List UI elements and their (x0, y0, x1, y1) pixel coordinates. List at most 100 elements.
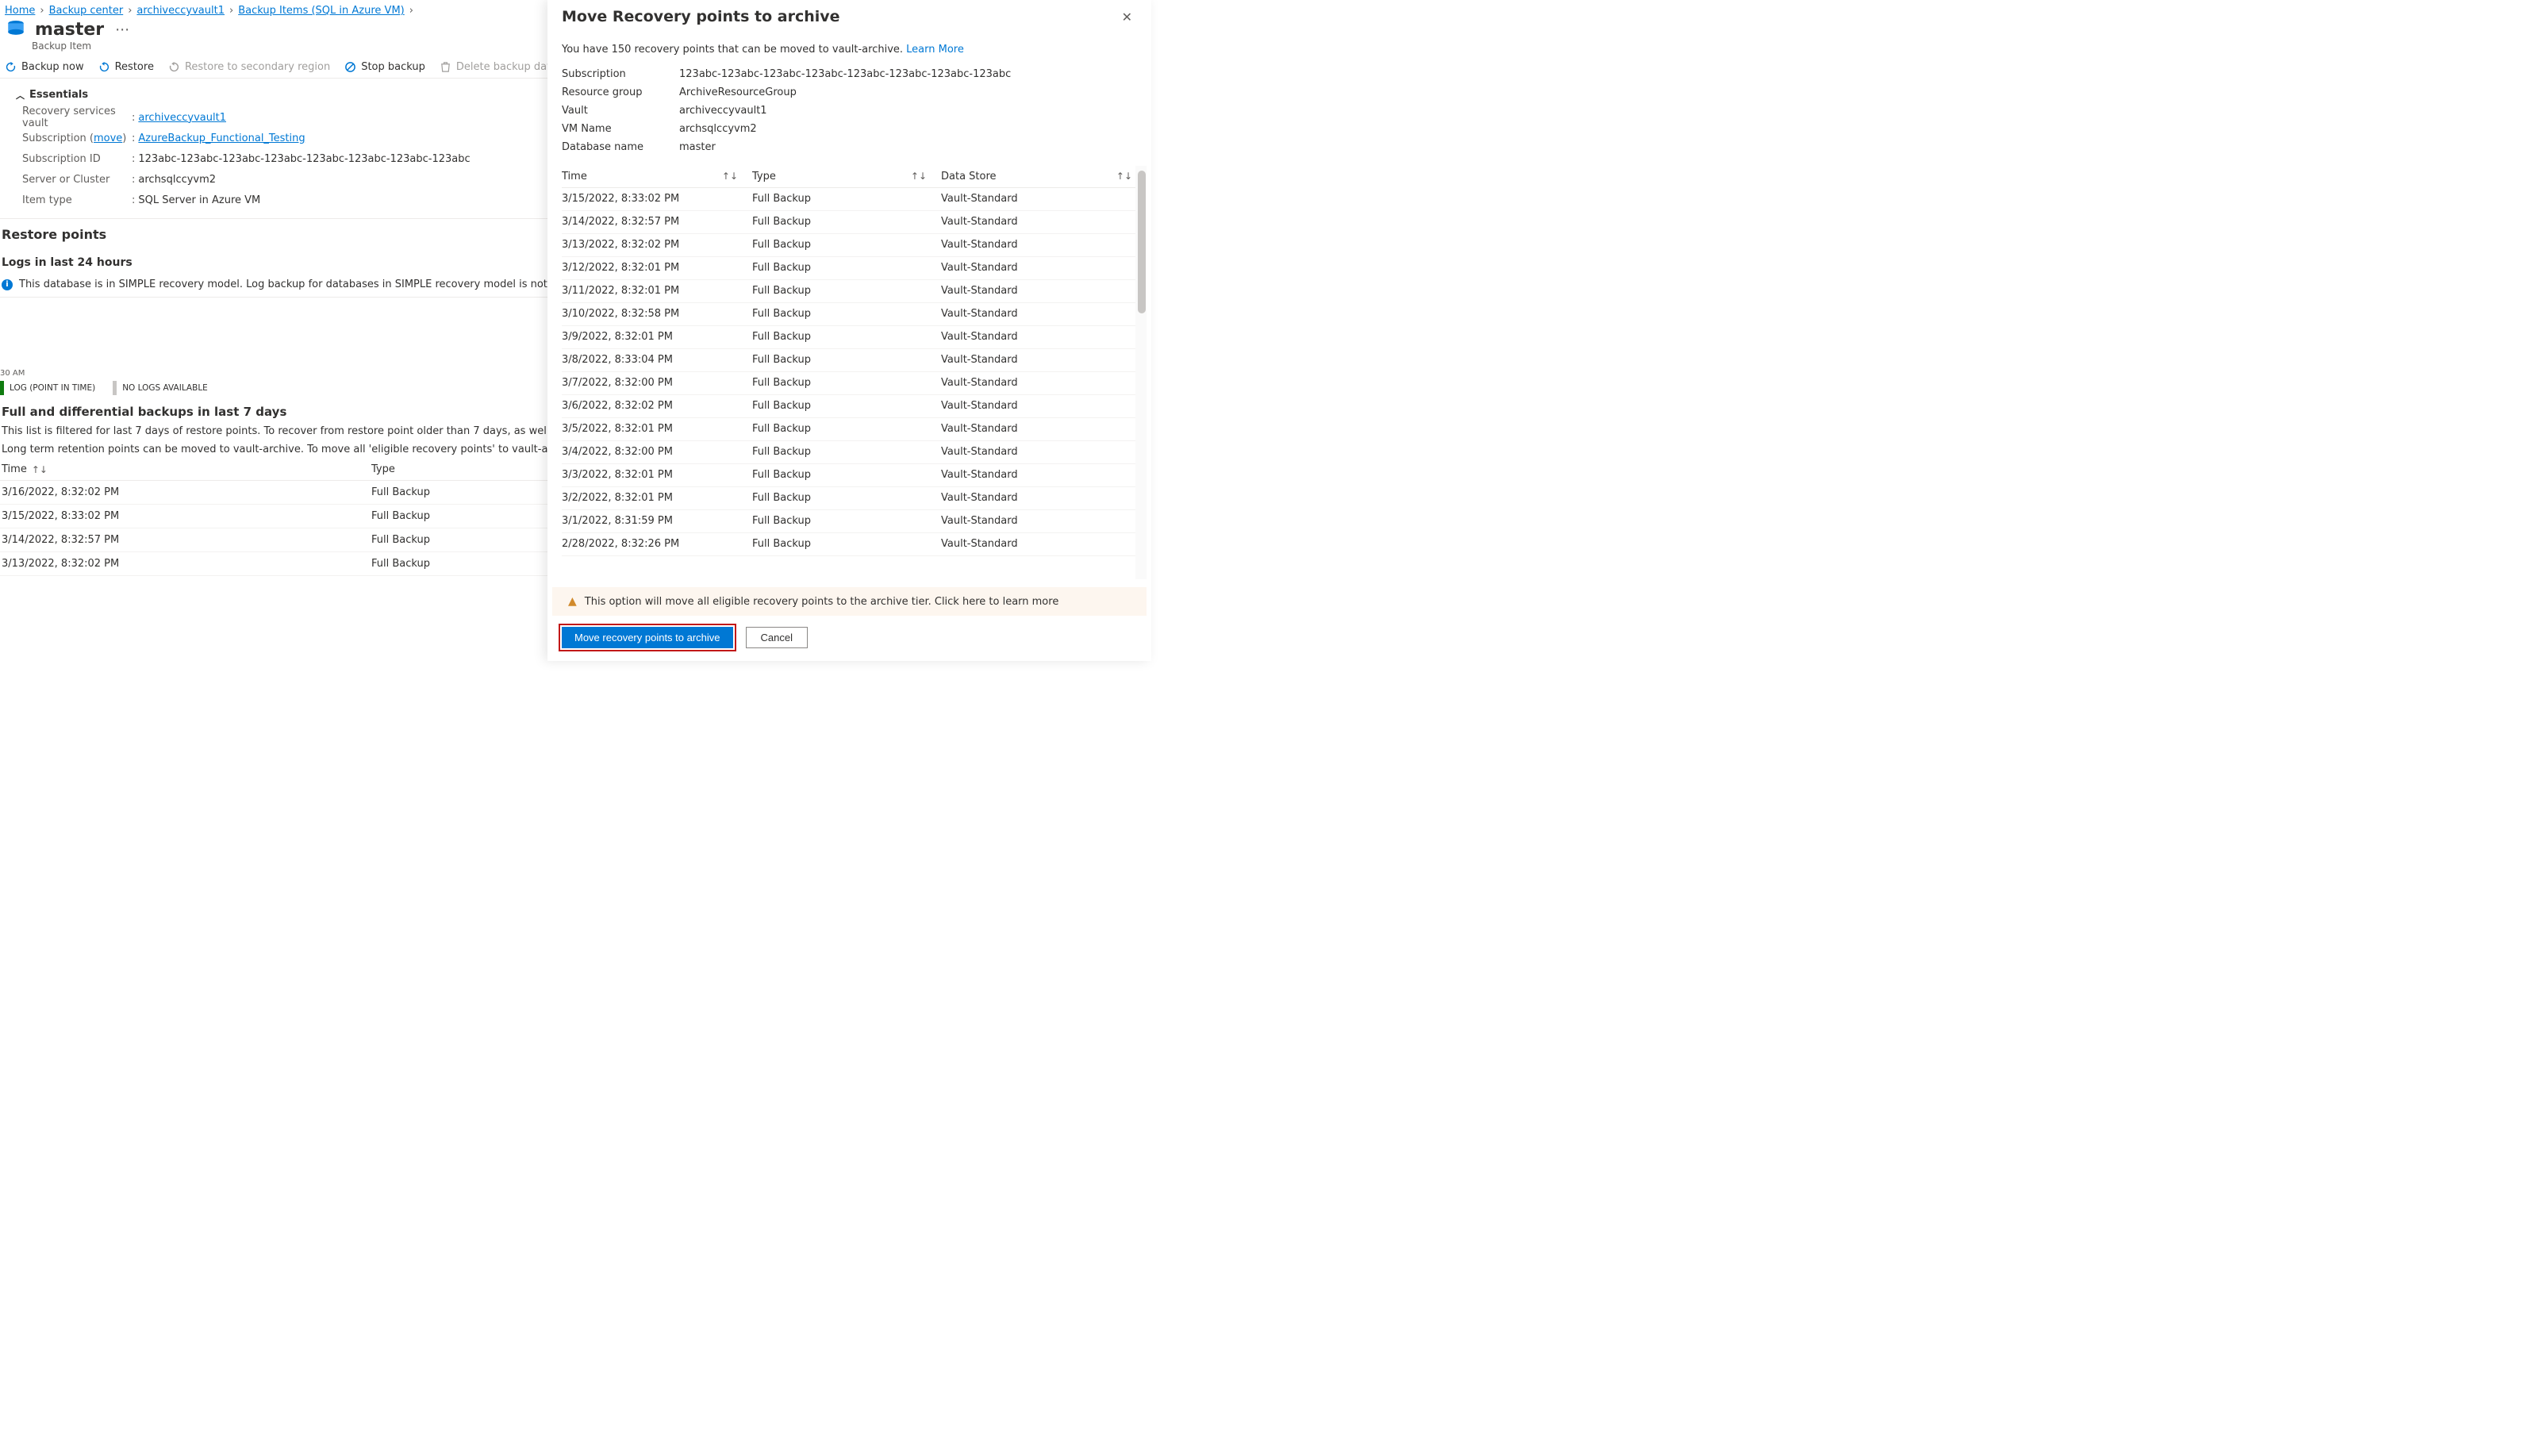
row-time: 3/16/2022, 8:32:02 PM (2, 486, 371, 498)
row-datastore: Vault-Standard (941, 285, 1147, 297)
cancel-button[interactable]: Cancel (746, 627, 808, 648)
row-datastore: Vault-Standard (941, 492, 1147, 504)
row-time: 3/4/2022, 8:32:00 PM (562, 446, 752, 458)
row-datastore: Vault-Standard (941, 469, 1147, 481)
panel-sub-value: 123abc-123abc-123abc-123abc-123abc-123ab… (679, 68, 1011, 80)
row-time: 3/14/2022, 8:32:57 PM (2, 534, 371, 546)
row-type: Full Backup (752, 331, 941, 343)
panel-vm-value: archsqlccyvm2 (679, 123, 757, 135)
row-datastore: Vault-Standard (941, 354, 1147, 366)
row-type: Full Backup (752, 193, 941, 205)
move-recovery-panel: Move Recovery points to archive ✕ You ha… (547, 0, 1151, 661)
server-label: Server or Cluster (22, 174, 132, 186)
backup-icon (5, 61, 17, 73)
row-datastore: Vault-Standard (941, 308, 1147, 320)
vault-label: Recovery services vault (22, 106, 132, 129)
chevron-right-icon: › (128, 5, 132, 17)
table-row[interactable]: 3/15/2022, 8:33:02 PMFull BackupVault-St… (562, 188, 1147, 211)
subscription-link[interactable]: AzureBackup_Functional_Testing (138, 133, 305, 144)
table-row[interactable]: 2/28/2022, 8:32:26 PMFull BackupVault-St… (562, 533, 1147, 556)
table-row[interactable]: 3/4/2022, 8:32:00 PMFull BackupVault-Sta… (562, 441, 1147, 464)
warning-icon: ▲ (568, 595, 577, 608)
restore-secondary-label: Restore to secondary region (185, 61, 330, 73)
row-datastore: Vault-Standard (941, 239, 1147, 251)
panel-vault-value: archiveccyvault1 (679, 105, 767, 117)
crumb-home[interactable]: Home (5, 5, 35, 17)
row-datastore: Vault-Standard (941, 216, 1147, 228)
sort-icon: ↑↓ (1116, 171, 1132, 182)
row-type: Full Backup (752, 285, 941, 297)
backup-now-label: Backup now (21, 61, 84, 73)
table-row[interactable]: 3/8/2022, 8:33:04 PMFull BackupVault-Sta… (562, 349, 1147, 372)
restore-button[interactable]: Restore (98, 61, 154, 73)
panel-subtext: You have 150 recovery points that can be… (562, 26, 1134, 65)
row-time: 3/6/2022, 8:32:02 PM (562, 400, 752, 412)
panel-col-time-header[interactable]: Time↑↓ (562, 171, 752, 182)
more-menu-icon[interactable]: ⋯ (112, 21, 133, 38)
table-row[interactable]: 3/13/2022, 8:32:02 PMFull BackupVault-St… (562, 234, 1147, 257)
crumb-backup-items[interactable]: Backup Items (SQL in Azure VM) (238, 5, 405, 17)
chevron-right-icon: › (40, 5, 44, 17)
row-type: Full Backup (752, 446, 941, 458)
table-row[interactable]: 3/5/2022, 8:32:01 PMFull BackupVault-Sta… (562, 418, 1147, 441)
table-row[interactable]: 3/1/2022, 8:31:59 PMFull BackupVault-Sta… (562, 510, 1147, 533)
crumb-backup-center[interactable]: Backup center (49, 5, 124, 17)
table-row[interactable]: 3/12/2022, 8:32:01 PMFull BackupVault-St… (562, 257, 1147, 280)
row-time: 3/13/2022, 8:32:02 PM (2, 558, 371, 570)
vault-link[interactable]: archiveccyvault1 (138, 112, 226, 124)
learn-more-link[interactable]: Learn More (906, 44, 964, 56)
row-type: Full Backup (752, 262, 941, 274)
subscription-id-label: Subscription ID (22, 153, 132, 165)
table-row[interactable]: 3/3/2022, 8:32:01 PMFull BackupVault-Sta… (562, 464, 1147, 487)
row-type: Full Backup (752, 239, 941, 251)
panel-db-label: Database name (562, 141, 679, 153)
panel-sub-label: Subscription (562, 68, 679, 80)
row-time: 3/7/2022, 8:32:00 PM (562, 377, 752, 389)
scrollbar-thumb[interactable] (1138, 171, 1146, 313)
close-icon[interactable]: ✕ (1120, 8, 1134, 26)
row-type: Full Backup (752, 308, 941, 320)
row-datastore: Vault-Standard (941, 377, 1147, 389)
row-datastore: Vault-Standard (941, 400, 1147, 412)
trash-icon (440, 61, 451, 73)
table-row[interactable]: 3/6/2022, 8:32:02 PMFull BackupVault-Sta… (562, 395, 1147, 418)
subscription-move-link[interactable]: move (94, 133, 122, 144)
legend-log-swatch (0, 381, 4, 395)
chevron-right-icon: › (409, 5, 413, 17)
panel-rg-value: ArchiveResourceGroup (679, 86, 797, 98)
sort-icon: ↑↓ (722, 171, 738, 182)
row-datastore: Vault-Standard (941, 262, 1147, 274)
server-value: archsqlccyvm2 (138, 174, 216, 186)
row-datastore: Vault-Standard (941, 423, 1147, 435)
table-row[interactable]: 3/7/2022, 8:32:00 PMFull BackupVault-Sta… (562, 372, 1147, 395)
panel-scrollbar[interactable] (1135, 166, 1147, 579)
essentials-heading: Essentials (29, 89, 88, 101)
info-icon: i (2, 279, 13, 290)
stop-backup-label: Stop backup (361, 61, 425, 73)
sort-icon: ↑↓ (911, 171, 927, 182)
backup-now-button[interactable]: Backup now (5, 61, 84, 73)
row-type: Full Backup (752, 492, 941, 504)
crumb-vault[interactable]: archiveccyvault1 (136, 5, 225, 17)
panel-col-type-header[interactable]: Type↑↓ (752, 171, 941, 182)
panel-vm-label: VM Name (562, 123, 679, 135)
main-col-time-header[interactable]: Time ↑↓ (2, 463, 371, 475)
panel-vault-label: Vault (562, 105, 679, 117)
row-type: Full Backup (752, 216, 941, 228)
stop-backup-button[interactable]: Stop backup (344, 61, 425, 73)
row-type: Full Backup (752, 423, 941, 435)
table-row[interactable]: 3/10/2022, 8:32:58 PMFull BackupVault-St… (562, 303, 1147, 326)
table-row[interactable]: 3/2/2022, 8:32:01 PMFull BackupVault-Sta… (562, 487, 1147, 510)
row-type: Full Backup (752, 400, 941, 412)
restore-icon (98, 61, 110, 73)
delete-data-label: Delete backup data (456, 61, 557, 73)
table-row[interactable]: 3/14/2022, 8:32:57 PMFull BackupVault-St… (562, 211, 1147, 234)
row-time: 3/15/2022, 8:33:02 PM (2, 510, 371, 522)
delete-data-button: Delete backup data (440, 61, 557, 73)
table-row[interactable]: 3/9/2022, 8:32:01 PMFull BackupVault-Sta… (562, 326, 1147, 349)
table-row[interactable]: 3/11/2022, 8:32:01 PMFull BackupVault-St… (562, 280, 1147, 303)
panel-col-ds-header[interactable]: Data Store↑↓ (941, 171, 1147, 182)
row-datastore: Vault-Standard (941, 538, 1147, 550)
item-type-value: SQL Server in Azure VM (138, 194, 260, 206)
move-recovery-points-button[interactable]: Move recovery points to archive (562, 627, 733, 648)
